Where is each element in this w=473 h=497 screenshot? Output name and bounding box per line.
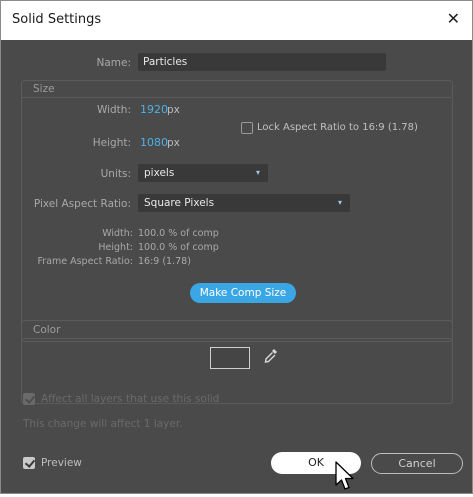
preview-label: Preview [41, 457, 82, 469]
close-icon[interactable]: ✕ [447, 9, 460, 28]
info-width-value: 100.0 % of comp [138, 228, 219, 239]
height-value[interactable]: 1080 [140, 136, 168, 149]
make-comp-size-button[interactable]: Make Comp Size [190, 283, 296, 303]
info-height-label: Height: [98, 242, 133, 253]
size-divider [22, 97, 451, 98]
info-width-label: Width: [102, 228, 133, 239]
affect-all-layers-checkbox[interactable] [23, 393, 35, 405]
name-value: Particles [143, 56, 188, 68]
pixel-aspect-ratio-value: Square Pixels [144, 197, 215, 209]
size-section-title: Size [33, 83, 55, 95]
eyedropper-icon[interactable] [263, 347, 279, 365]
width-label: Width: [96, 104, 131, 116]
width-unit: px [167, 104, 180, 116]
color-swatch[interactable] [210, 347, 250, 369]
lock-aspect-checkbox[interactable] [241, 122, 253, 134]
units-value: pixels [144, 167, 175, 179]
height-label: Height: [92, 137, 131, 149]
frame-aspect-ratio-label: Frame Aspect Ratio: [37, 256, 133, 267]
solid-settings-dialog: Solid Settings ✕ Name: Particles Size Wi… [0, 0, 473, 494]
preview-checkbox[interactable] [23, 457, 35, 469]
cancel-button[interactable]: Cancel [371, 453, 463, 474]
dialog-body: Name: Particles Size Width: 1920 px Heig… [1, 40, 472, 493]
width-value[interactable]: 1920 [140, 103, 168, 116]
name-label: Name: [96, 57, 131, 69]
title-bar: Solid Settings ✕ [1, 1, 472, 40]
pixel-aspect-ratio-dropdown[interactable]: Square Pixels ▾ [138, 194, 350, 212]
window-title: Solid Settings [12, 12, 102, 27]
units-label: Units: [100, 168, 131, 180]
color-section-title: Color [33, 324, 61, 336]
name-input[interactable]: Particles [138, 53, 386, 71]
info-height-value: 100.0 % of comp [138, 242, 219, 253]
mouse-cursor-icon [334, 461, 358, 493]
pixel-aspect-ratio-label: Pixel Aspect Ratio: [33, 198, 131, 210]
chevron-down-icon: ▾ [255, 168, 260, 177]
affect-all-layers-label: Affect all layers that use this solid [41, 393, 220, 405]
chevron-down-icon: ▾ [337, 198, 342, 207]
lock-aspect-label: Lock Aspect Ratio to 16:9 (1.78) [257, 122, 418, 133]
frame-aspect-ratio-value: 16:9 (1.78) [138, 256, 191, 267]
color-divider [22, 338, 451, 339]
height-unit: px [167, 137, 180, 149]
affect-note: This change will affect 1 layer. [23, 418, 183, 430]
units-dropdown[interactable]: pixels ▾ [138, 164, 268, 182]
